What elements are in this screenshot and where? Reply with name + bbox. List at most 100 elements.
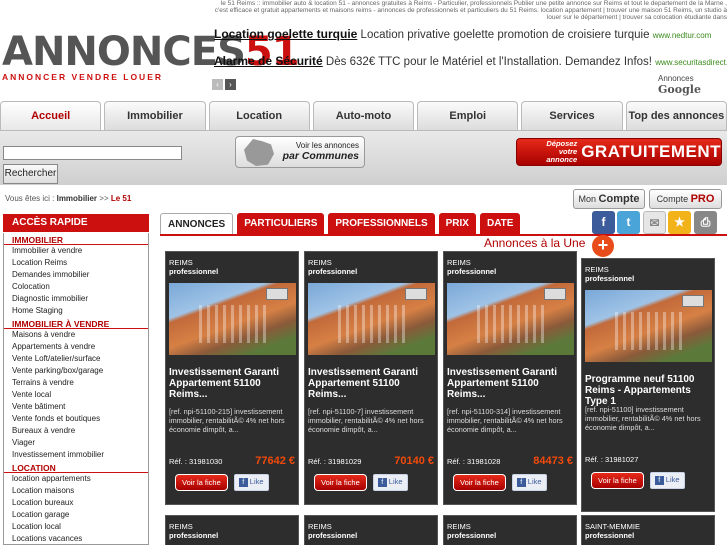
search-input[interactable] [3, 146, 182, 160]
card-photo[interactable] [585, 290, 712, 362]
card-title[interactable]: Investissement Garanti Appartement 51100… [166, 355, 298, 404]
sidebar-item[interactable]: Vente fonds et boutiques [4, 413, 148, 425]
sidebar-item[interactable]: Location local [4, 521, 148, 533]
listing-card[interactable]: REIMS professionnel Investissement Garanti… [304, 251, 438, 505]
tab-immobilier[interactable]: Immobilier [104, 101, 206, 130]
card-title[interactable]: Investissement Garanti Appartement 51100… [444, 355, 576, 404]
sidebar-item[interactable]: Location garage [4, 509, 148, 521]
ctab-date[interactable]: DATE [479, 213, 521, 235]
sidebar-item[interactable]: Home Staging [4, 305, 148, 317]
card-type: professionnel [447, 267, 497, 276]
facebook-icon: f [654, 476, 664, 485]
breadcrumb-le51[interactable]: Le 51 [111, 194, 131, 203]
ad-1-url[interactable]: www.nedtur.com [653, 31, 712, 40]
listing-card[interactable]: REIMS professionnel Investissement Garanti… [165, 251, 299, 505]
listing-card[interactable]: REIMS professionnel [165, 515, 299, 545]
tab-services[interactable]: Services [521, 101, 623, 130]
sidebar-item[interactable]: Locations vacances [4, 533, 148, 544]
voir-fiche-button[interactable]: Voir la fiche [453, 474, 506, 491]
tab-location[interactable]: Location [208, 101, 310, 130]
deposer-annonce-button[interactable]: Déposez votre annonce GRATUITEMENT [516, 138, 722, 166]
site-logo[interactable]: ANNONCES51 ANNONCER VENDRE LOUER [2, 32, 300, 82]
sidebar-item[interactable]: Investissement immobilier [4, 449, 148, 461]
building-windows [615, 312, 685, 350]
sidebar-item[interactable]: Vente Loft/atelier/surface [4, 353, 148, 365]
communes-button[interactable]: Voir les annonces par Communes [235, 136, 365, 168]
sidebar-item[interactable]: Vente parking/box/garage [4, 365, 148, 377]
sidebar-item[interactable]: Location bureaux [4, 497, 148, 509]
ctab-professionnels[interactable]: PROFESSIONNELS [328, 213, 435, 235]
sidebar-item[interactable]: Bureaux à vendre [4, 425, 148, 437]
voir-fiche-button[interactable]: Voir la fiche [591, 472, 644, 489]
sidebar-item[interactable]: Appartements à vendre [4, 341, 148, 353]
une-label: Annonces à la Une [484, 236, 586, 250]
card-price: 70140 € [394, 455, 434, 467]
breadcrumb-immobilier[interactable]: Immobilier [57, 194, 97, 203]
building-windows [477, 305, 547, 343]
card-photo[interactable] [308, 283, 435, 355]
ad-2[interactable]: Alarme de Sécurité Dès 632€ TTC pour le … [214, 54, 727, 68]
listing-card[interactable]: REIMS professionnel Programme neuf 51100 R… [581, 258, 715, 512]
card-city: REIMS [169, 258, 193, 267]
sidebar-item[interactable]: Terrains à vendre [4, 377, 148, 389]
sidebar-item[interactable]: Diagnostic immobilier [4, 293, 148, 305]
sidebar-item[interactable]: Vente local [4, 389, 148, 401]
ctab-prix[interactable]: PRIX [438, 213, 476, 235]
sidebar-item[interactable]: Location maisons [4, 485, 148, 497]
card-photo[interactable] [447, 283, 574, 355]
listing-card[interactable]: REIMS professionnel [304, 515, 438, 545]
voir-fiche-button[interactable]: Voir la fiche [314, 474, 367, 491]
sidebar-item[interactable]: Colocation [4, 281, 148, 293]
card-type: professionnel [308, 267, 358, 276]
facebook-icon: f [377, 478, 387, 487]
card-city: REIMS [308, 258, 332, 267]
card-title[interactable]: Programme neuf 51100 Reims - Appartement… [582, 362, 714, 407]
tab-auto-moto[interactable]: Auto-moto [312, 101, 415, 130]
ad-2-title[interactable]: Alarme de Sécurité [214, 54, 323, 68]
twitter-icon[interactable]: t [617, 211, 640, 234]
plus-icon[interactable]: + [592, 235, 614, 257]
card-description: [ref. npi-51100-215] investissement immo… [169, 407, 285, 434]
compte-pro-button[interactable]: Compte PRO [649, 189, 722, 209]
facebook-like-button[interactable]: f Like [372, 474, 408, 491]
sidebar-item[interactable]: location appartements [4, 473, 148, 485]
mail-icon[interactable]: ✉ [643, 211, 666, 234]
sidebar: IMMOBILIER Immobilier à vendre Location Re… [3, 233, 149, 545]
card-type: professionnel [585, 531, 635, 540]
tab-emploi[interactable]: Emploi [417, 101, 519, 130]
print-icon[interactable]: ⎙ [694, 211, 717, 234]
facebook-like-button[interactable]: f Like [233, 474, 269, 491]
sidebar-item[interactable]: Location Reims [4, 257, 148, 269]
facebook-like-button[interactable]: f Like [649, 472, 685, 489]
sidebar-item[interactable]: Immobilier à vendre [4, 245, 148, 257]
tab-accueil[interactable]: Accueil [0, 101, 102, 130]
card-type: professionnel [169, 531, 219, 540]
tab-top-annonces[interactable]: Top des annonces [625, 101, 727, 130]
voir-fiche-button[interactable]: Voir la fiche [175, 474, 228, 491]
card-photo[interactable] [169, 283, 296, 355]
ad-1[interactable]: Location goelette turquie Location priva… [214, 27, 711, 41]
ctab-annonces[interactable]: ANNONCES [160, 213, 234, 235]
ads-by-google[interactable]: Annonces Google [658, 74, 727, 96]
card-title[interactable]: Investissement Garanti Appartement 51100… [305, 355, 437, 404]
ad-1-title[interactable]: Location goelette turquie [214, 27, 357, 41]
card-description: [ref. npi-51100-314] investissement immo… [447, 407, 563, 434]
sidebar-item[interactable]: Viager [4, 437, 148, 449]
sidebar-item[interactable]: Vente bâtiment [4, 401, 148, 413]
photo-badge-icon [405, 288, 427, 300]
ad-prev-button[interactable]: ‹ [212, 79, 223, 90]
listing-card[interactable]: SAINT-MEMMIE professionnel [581, 515, 715, 545]
listing-card[interactable]: REIMS professionnel Investissement Garanti… [443, 251, 577, 505]
ad-navigation: ‹ › [212, 74, 238, 90]
facebook-like-button[interactable]: f Like [511, 474, 547, 491]
sidebar-item[interactable]: Maisons à vendre [4, 329, 148, 341]
ctab-particuliers[interactable]: PARTICULIERS [237, 213, 325, 235]
ad-next-button[interactable]: › [225, 79, 236, 90]
favorite-star-icon[interactable]: ★ [668, 211, 691, 234]
facebook-icon[interactable]: f [592, 211, 615, 234]
listing-card[interactable]: REIMS professionnel [443, 515, 577, 545]
search-button[interactable]: Rechercher [3, 164, 58, 184]
mon-compte-button[interactable]: Mon Compte [573, 189, 645, 209]
sidebar-item[interactable]: Demandes immobilier [4, 269, 148, 281]
ad-2-url[interactable]: www.securitasdirect.fr [655, 58, 727, 67]
